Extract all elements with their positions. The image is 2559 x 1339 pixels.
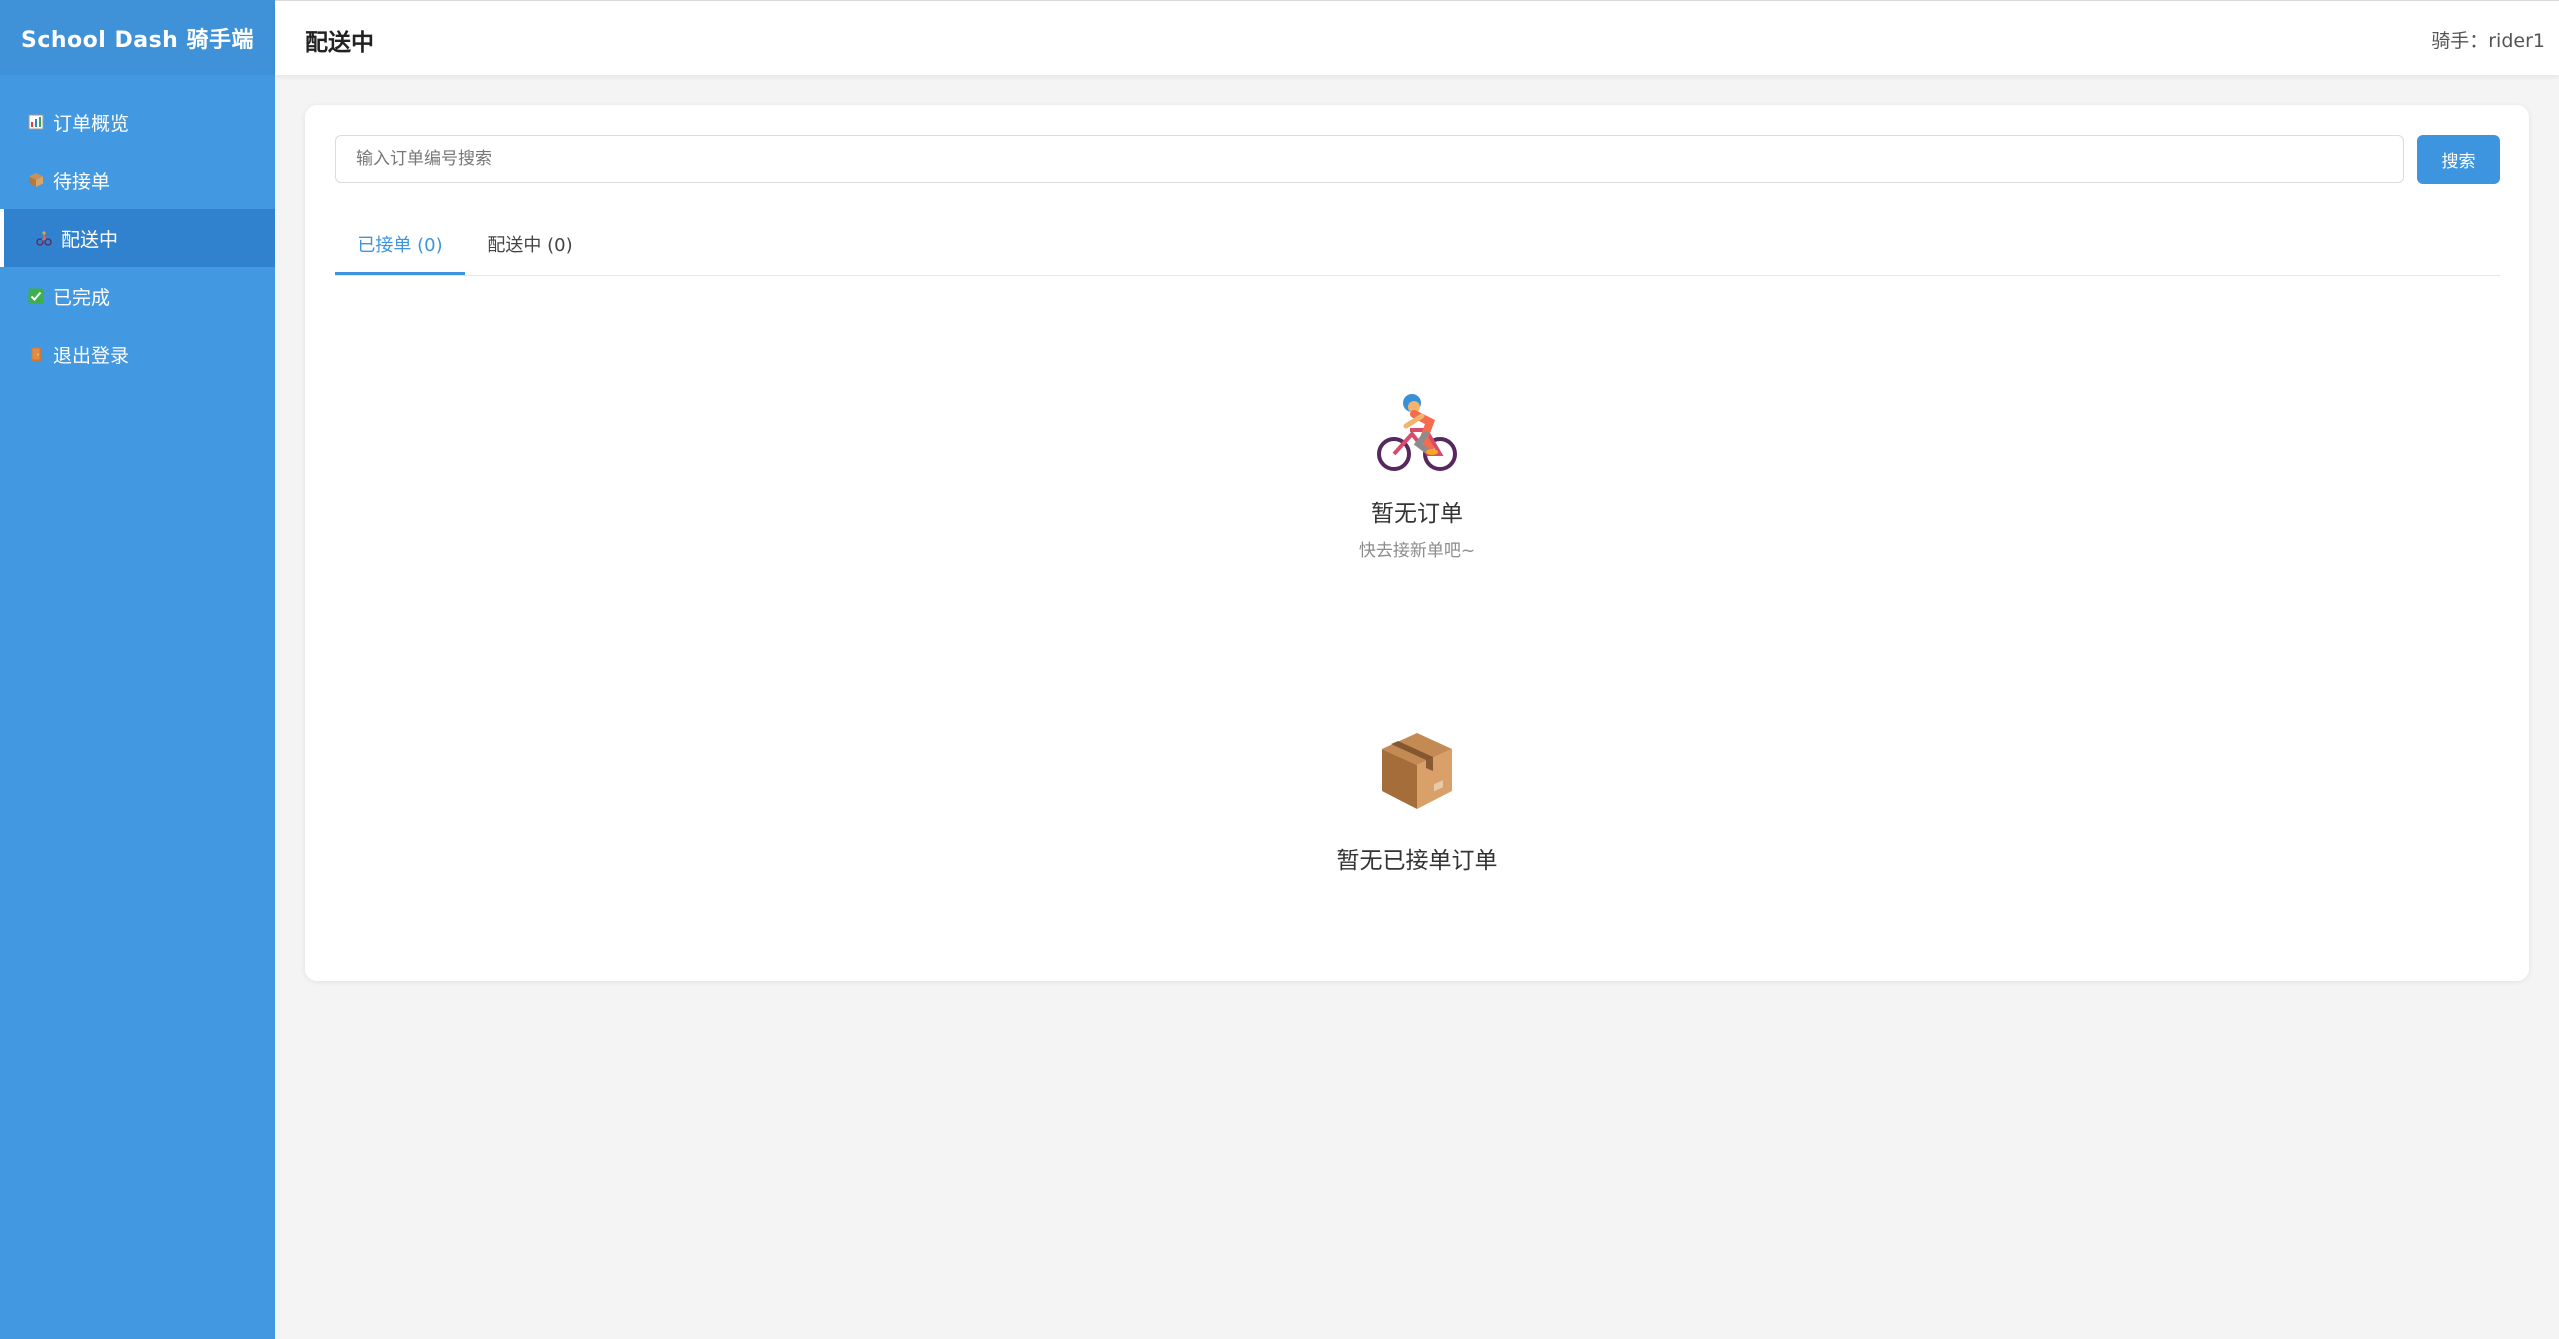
package-icon: [27, 171, 45, 189]
sidebar-item-label: 待接单: [53, 170, 111, 193]
door-icon: [27, 345, 45, 363]
cyclist-icon: [35, 229, 53, 247]
sidebar-item-label: 退出登录: [53, 344, 130, 367]
brand-title: School Dash 骑手端: [0, 0, 275, 75]
search-input[interactable]: [335, 135, 2404, 183]
top-header: 配送中 骑手：rider1: [275, 0, 2559, 75]
sidebar-item-pending[interactable]: 待接单: [0, 151, 275, 209]
sidebar-item-logout[interactable]: 退出登录: [0, 325, 275, 383]
check-icon: [27, 287, 45, 305]
chart-icon: [27, 113, 45, 131]
sidebar-item-label: 配送中: [61, 228, 119, 251]
empty-title: 暂无已接单订单: [1336, 848, 1498, 874]
rider-info: 骑手：rider1: [2431, 30, 2545, 52]
app-root: School Dash 骑手端 订单概览 待接单 配送中 已完成 退出登录 配送…: [0, 0, 2559, 1339]
main-card: 搜索 已接单 (0) 配送中 (0) 暂无订单 快去接新: [305, 105, 2529, 981]
package-icon: [1374, 727, 1460, 813]
empty-state-no-orders: 暂无订单 快去接新单吧~: [305, 390, 2529, 561]
sidebar-nav: 订单概览 待接单 配送中 已完成 退出登录: [0, 93, 275, 383]
sidebar: School Dash 骑手端 订单概览 待接单 配送中 已完成 退出登录: [0, 0, 275, 1339]
empty-subtitle: 快去接新单吧~: [1358, 541, 1476, 561]
empty-title: 暂无订单: [1371, 501, 1463, 527]
tab-delivering[interactable]: 配送中 (0): [465, 225, 595, 275]
sidebar-item-label: 已完成: [53, 286, 111, 309]
empty-state-accepted: 暂无已接单订单: [305, 727, 2529, 875]
cyclist-icon: [1374, 390, 1460, 476]
search-button[interactable]: 搜索: [2417, 135, 2500, 184]
sidebar-item-overview[interactable]: 订单概览: [0, 93, 275, 151]
sidebar-item-completed[interactable]: 已完成: [0, 267, 275, 325]
order-tabs: 已接单 (0) 配送中 (0): [335, 225, 2500, 276]
tab-accepted[interactable]: 已接单 (0): [335, 225, 465, 275]
sidebar-item-label: 订单概览: [53, 112, 130, 135]
page-title: 配送中: [305, 30, 374, 56]
sidebar-item-delivering[interactable]: 配送中: [0, 209, 275, 267]
